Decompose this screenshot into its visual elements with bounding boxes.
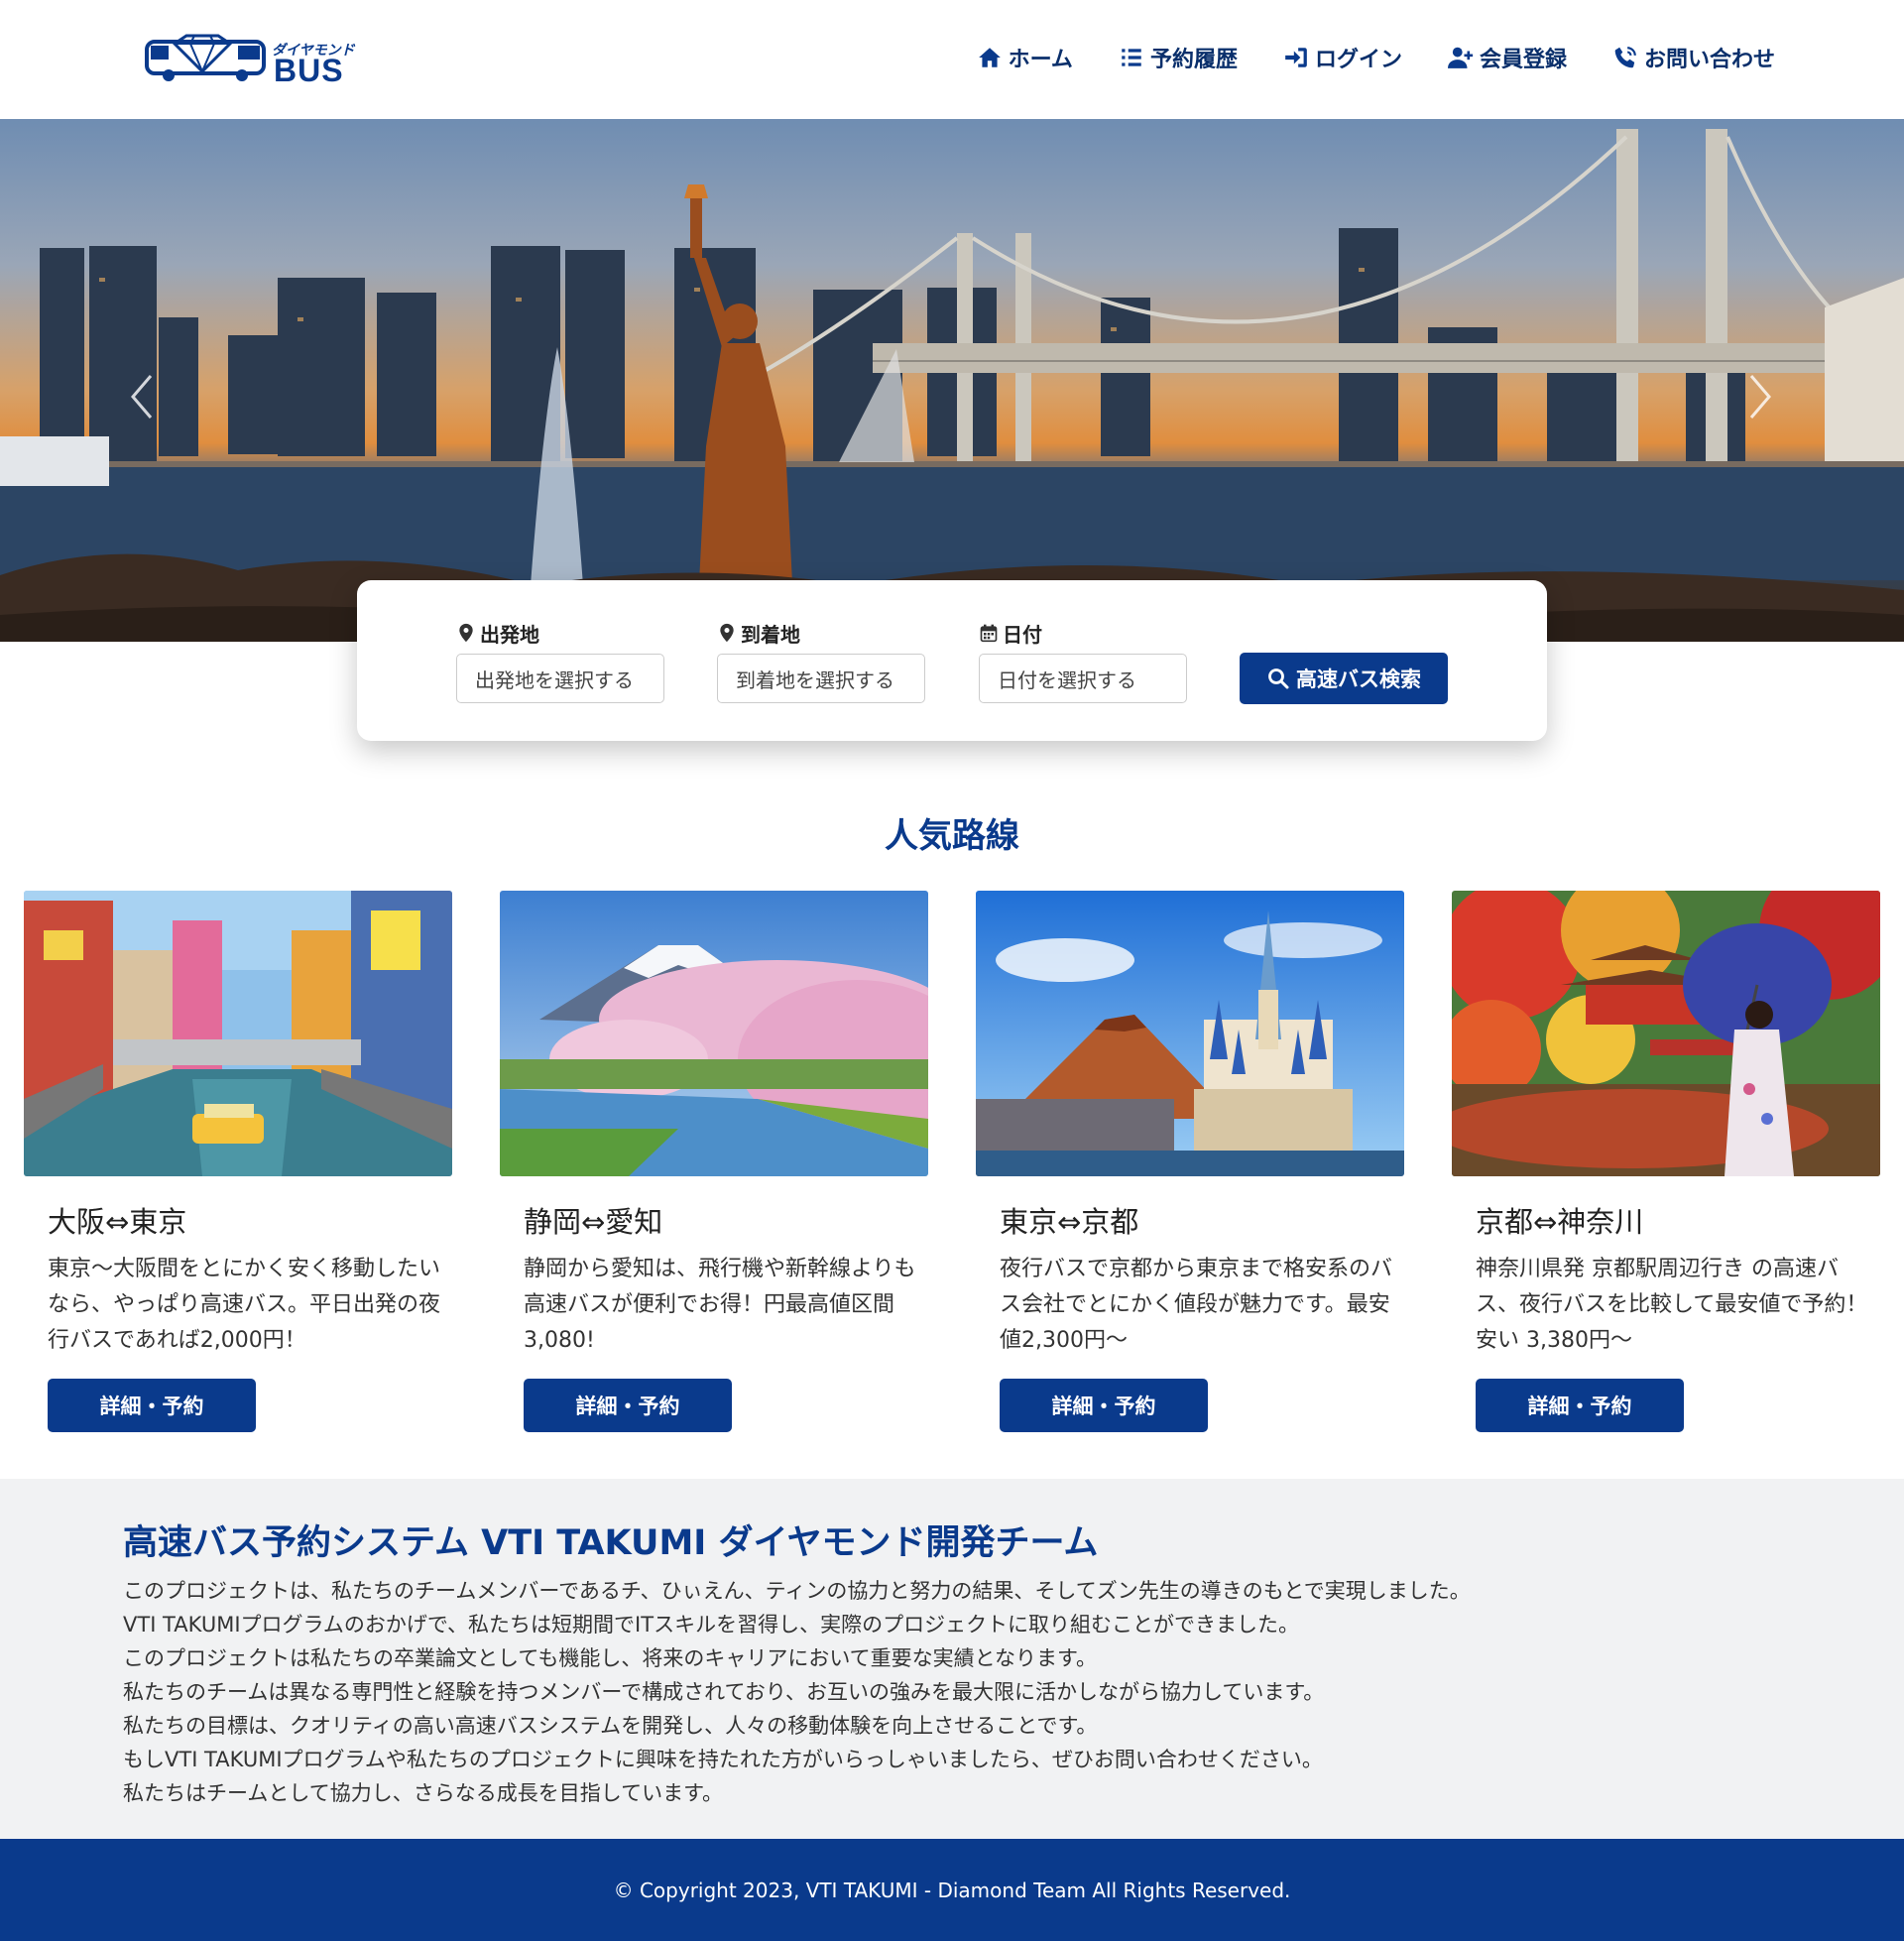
arrival-label-row: 到着地 bbox=[717, 620, 925, 647]
route-image-castle[interactable] bbox=[976, 891, 1404, 1176]
date-field: 日付 日付を選択する bbox=[979, 620, 1187, 703]
login-icon bbox=[1285, 48, 1307, 67]
main-nav: ホーム 予約履歴 ログイン 会員登録 お問い合わせ bbox=[977, 42, 1775, 73]
arrival-label: 到着地 bbox=[741, 622, 800, 647]
site-footer: © Copyright 2023, VTI TAKUMI - Diamond T… bbox=[0, 1839, 1904, 1941]
about-line: もしVTI TAKUMIプログラムや私たちのプロジェクトに興味を持たれた方がいら… bbox=[123, 1748, 1323, 1771]
chevron-left-icon bbox=[131, 375, 153, 419]
carousel-next-button[interactable] bbox=[1735, 352, 1785, 441]
route-description: 静岡から愛知は、飛行機や新幹線よりも高速バスが便利でお得！円最高値区間 3,08… bbox=[524, 1257, 916, 1353]
logo-text: BUS bbox=[274, 53, 344, 88]
departure-label: 出発地 bbox=[480, 622, 539, 647]
fuji-cherry-blossom-image bbox=[500, 891, 928, 1176]
nav-login-label: ログイン bbox=[1314, 48, 1402, 72]
list-icon bbox=[1122, 49, 1141, 66]
bus-search-button[interactable]: 高速バス検索 bbox=[1240, 653, 1448, 704]
departure-label-row: 出発地 bbox=[456, 620, 664, 647]
route-title: 静岡⇔愛知 bbox=[524, 1205, 663, 1239]
about-line: VTI TAKUMIプログラムのおかげで、私たちは短期間でITスキルを習得し、実… bbox=[123, 1613, 1300, 1637]
route-detail-button[interactable]: 詳細・予約 bbox=[48, 1379, 256, 1432]
about-line: このプロジェクトは、私たちのチームメンバーであるチ、ひぃえん、ティンの協力と努力… bbox=[123, 1579, 1471, 1603]
phone-icon bbox=[1614, 47, 1636, 68]
route-title: 大阪⇔東京 bbox=[48, 1205, 187, 1239]
nav-booking-history-label: 予約履歴 bbox=[1149, 48, 1238, 72]
kyoto-autumn-image bbox=[1452, 891, 1880, 1176]
about-line: 私たちの目標は、クオリティの高い高速バスシステムを開発し、人々の移動体験を向上さ… bbox=[123, 1714, 1098, 1738]
bus-search-button-label: 高速バス検索 bbox=[1296, 667, 1421, 691]
nav-home[interactable]: ホーム bbox=[977, 42, 1073, 73]
about-line: このプロジェクトは私たちの卒業論文としても機能し、将来のキャリアにおいて重要な実… bbox=[123, 1646, 1097, 1670]
route-image-osaka[interactable] bbox=[24, 891, 452, 1176]
map-pin-icon bbox=[720, 623, 734, 643]
castle-image bbox=[976, 891, 1404, 1176]
nav-contact[interactable]: お問い合わせ bbox=[1612, 42, 1775, 73]
nav-login[interactable]: ログイン bbox=[1283, 42, 1402, 73]
route-title: 京都⇔神奈川 bbox=[1476, 1205, 1644, 1239]
about-line: 私たちはチームとして協力し、さらなる成長を目指しています。 bbox=[123, 1781, 724, 1805]
date-label: 日付 bbox=[1003, 622, 1042, 647]
user-plus-icon bbox=[1447, 47, 1474, 68]
carousel-prev-button[interactable] bbox=[117, 352, 167, 441]
osaka-canal-image bbox=[24, 891, 452, 1176]
route-detail-button[interactable]: 詳細・予約 bbox=[1000, 1379, 1208, 1432]
popular-routes-title: 人気路線 bbox=[885, 816, 1019, 856]
search-icon bbox=[1268, 668, 1289, 689]
nav-booking-history[interactable]: 予約履歴 bbox=[1119, 42, 1238, 73]
nav-register-label: 会員登録 bbox=[1479, 48, 1567, 72]
route-description: 東京～大阪間をとにかく安く移動したいなら、やっぱり高速バス。平日出発の夜行バスで… bbox=[48, 1257, 441, 1353]
about-section: 高速バス予約システム VTI TAKUMI ダイヤモンド開発チーム このプロジェ… bbox=[0, 1479, 1904, 1839]
route-card-osaka-tokyo: 大阪⇔東京 東京～大阪間をとにかく安く移動したいなら、やっぱり高速バス。平日出発… bbox=[24, 891, 452, 1432]
home-icon bbox=[978, 48, 1001, 67]
arrival-select[interactable]: 到着地を選択する bbox=[717, 654, 925, 703]
nav-register[interactable]: 会員登録 bbox=[1447, 42, 1567, 73]
about-line: 私たちのチームは異なる専門性と経験を持つメンバーで構成されており、お互いの強みを… bbox=[123, 1680, 1325, 1704]
departure-field: 出発地 出発地を選択する bbox=[456, 620, 664, 703]
route-card-kyoto-kanagawa: 京都⇔神奈川 神奈川県発 京都駅周辺行き の高速バス、夜行バスを比較して最安値で… bbox=[1452, 891, 1880, 1432]
date-picker[interactable]: 日付を選択する bbox=[979, 654, 1187, 703]
nav-contact-label: お問い合わせ bbox=[1643, 48, 1775, 72]
route-detail-button[interactable]: 詳細・予約 bbox=[1476, 1379, 1684, 1432]
departure-select[interactable]: 出発地を選択する bbox=[456, 654, 664, 703]
route-image-fuji[interactable] bbox=[500, 891, 928, 1176]
bus-logo-icon bbox=[145, 34, 266, 81]
site-logo[interactable]: ダイヤモンド BUS bbox=[145, 26, 355, 88]
map-pin-icon bbox=[459, 623, 473, 643]
about-title: 高速バス予約システム VTI TAKUMI ダイヤモンド開発チーム bbox=[123, 1523, 1099, 1563]
route-card-tokyo-kyoto: 東京⇔京都 夜行バスで京都から東京まで格安系のバス会社でとにかく値段が魅力です。… bbox=[976, 891, 1404, 1432]
about-text: このプロジェクトは、私たちのチームメンバーであるチ、ひぃえん、ティンの協力と努力… bbox=[123, 1574, 1471, 1810]
arrival-field: 到着地 到着地を選択する bbox=[717, 620, 925, 703]
copyright-text: © Copyright 2023, VTI TAKUMI - Diamond T… bbox=[613, 1878, 1291, 1902]
site-header: ダイヤモンド BUS ホーム 予約履歴 ログイン 会員登録 お問い合わせ bbox=[0, 0, 1904, 119]
chevron-right-icon bbox=[1749, 375, 1771, 419]
route-card-shizuoka-aichi: 静岡⇔愛知 静岡から愛知は、飛行機や新幹線よりも高速バスが便利でお得！円最高値区… bbox=[500, 891, 928, 1432]
hero-cityscape-image bbox=[0, 129, 1904, 642]
route-description: 夜行バスで京都から東京まで格安系のバス会社でとにかく値段が魅力です。最安値2,3… bbox=[1000, 1257, 1393, 1353]
route-detail-button[interactable]: 詳細・予約 bbox=[524, 1379, 732, 1432]
date-label-row: 日付 bbox=[979, 620, 1187, 647]
bus-search-form: 出発地 出発地を選択する 到着地 到着地を選択する 日付 日付を選択する 高速バ… bbox=[357, 580, 1547, 741]
calendar-icon bbox=[980, 624, 998, 643]
route-description: 神奈川県発 京都駅周辺行き の高速バス、夜行バスを比較して最安値で予約！安い 3… bbox=[1476, 1257, 1868, 1353]
route-title: 東京⇔京都 bbox=[1000, 1205, 1139, 1239]
hero-banner bbox=[0, 119, 1904, 642]
route-image-kyoto[interactable] bbox=[1452, 891, 1880, 1176]
nav-home-label: ホーム bbox=[1008, 48, 1073, 72]
